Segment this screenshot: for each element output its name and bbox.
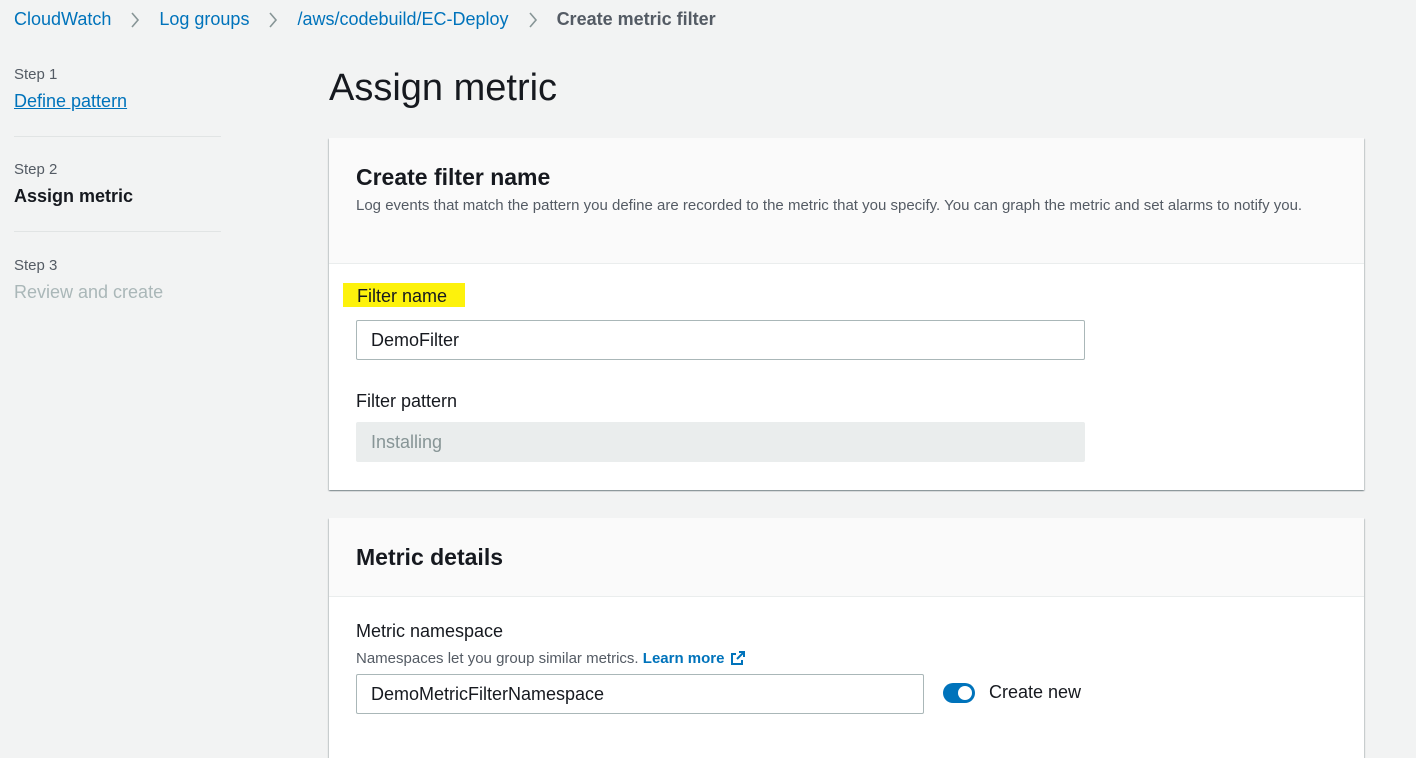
filter-name-input[interactable]: DemoFilter <box>356 320 1085 360</box>
step-2: Step 2 Assign metric <box>14 137 221 232</box>
learn-more-link[interactable]: Learn more <box>643 650 747 667</box>
breadcrumb-log-group[interactable]: /aws/codebuild/EC-Deploy <box>297 9 508 30</box>
panel-header: Create filter name Log events that match… <box>329 138 1364 264</box>
toggle-knob <box>958 685 972 700</box>
panel-title: Metric details <box>356 544 503 570</box>
metric-namespace-input[interactable]: DemoMetricFilterNamespace <box>356 674 924 714</box>
filter-pattern-input: Installing <box>356 422 1085 462</box>
breadcrumb: CloudWatch Log groups /aws/codebuild/EC-… <box>14 9 716 30</box>
step-review-and-create: Review and create <box>14 282 164 302</box>
highlighted-label: Filter name <box>343 283 466 307</box>
filter-pattern-label: Filter pattern <box>356 391 458 411</box>
step-3: Step 3 Review and create <box>14 232 221 304</box>
page-title: Assign metric <box>329 67 558 109</box>
step-number: Step 3 <box>14 257 58 274</box>
create-filter-name-panel: Create filter name Log events that match… <box>329 138 1364 490</box>
filter-name-label: Filter name <box>343 283 466 307</box>
metric-namespace-label: Metric namespace <box>356 621 504 641</box>
breadcrumb-log-groups[interactable]: Log groups <box>159 9 249 30</box>
step-define-pattern-link[interactable]: Define pattern <box>14 89 221 113</box>
panel-description: Log events that match the pattern you de… <box>356 197 1303 214</box>
namespace-help-text: Namespaces let you group similar metrics… <box>356 650 639 667</box>
breadcrumb-cloudwatch[interactable]: CloudWatch <box>14 9 111 30</box>
step-1: Step 1 Define pattern <box>14 66 221 137</box>
step-assign-metric: Assign metric <box>14 186 134 206</box>
panel-title: Create filter name <box>356 164 551 190</box>
step-number: Step 2 <box>14 161 58 178</box>
metric-details-panel: Metric details Metric namespace Namespac… <box>329 518 1364 758</box>
create-new-toggle[interactable] <box>943 682 975 703</box>
breadcrumb-current: Create metric filter <box>556 9 716 29</box>
create-new-toggle-group: Create new <box>943 682 1081 703</box>
chevron-right-icon <box>509 11 557 28</box>
step-number: Step 1 <box>14 66 58 83</box>
panel-header: Metric details <box>329 518 1364 597</box>
chevron-right-icon <box>111 11 159 28</box>
wizard-steps: Step 1 Define pattern Step 2 Assign metr… <box>14 66 221 304</box>
external-link-icon <box>730 650 746 670</box>
chevron-right-icon <box>249 11 297 28</box>
namespace-help: Namespaces let you group similar metrics… <box>356 650 746 670</box>
create-new-label: Create new <box>989 682 1082 702</box>
